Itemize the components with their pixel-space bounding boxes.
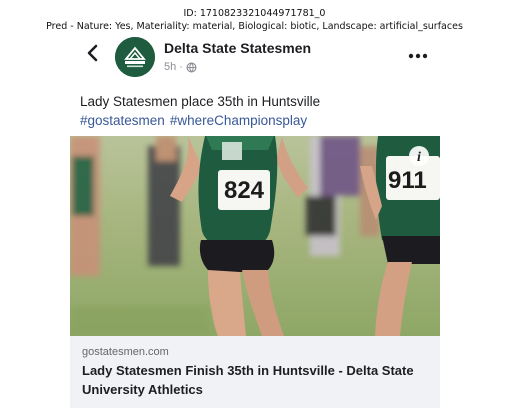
meta-separator: · (179, 61, 183, 73)
globe-icon (186, 62, 197, 72)
link-title[interactable]: Lady Statesmen Finish 35th in Huntsville… (82, 361, 427, 399)
back-arrow-icon[interactable] (82, 42, 104, 64)
post-hashtags: #gostatesmen #whereChampionsplay (80, 113, 312, 128)
post-meta: 5h · (164, 61, 197, 73)
hashtag-gostatesmen[interactable]: #gostatesmen (80, 113, 165, 128)
page-avatar[interactable] (115, 37, 155, 77)
post-text: Lady Statesmen place 35th in Huntsville (80, 94, 321, 109)
bib-number-911: 911 (388, 167, 427, 194)
svg-text:i: i (417, 150, 421, 165)
link-preview[interactable]: gostatesmen.com Lady Statesmen Finish 35… (70, 336, 440, 408)
facebook-post: Delta State Statesmen 5h · Lady Statesme… (70, 34, 440, 408)
bib-number-824: 824 (224, 177, 265, 204)
page-name[interactable]: Delta State Statesmen (164, 40, 311, 56)
more-options-icon[interactable] (406, 46, 430, 59)
post-time[interactable]: 5h (164, 61, 176, 73)
caption-id: ID: 1710823321044971781_0 (183, 8, 326, 19)
post-photo[interactable]: 824 911 i (70, 136, 440, 336)
info-icon[interactable]: i (409, 146, 429, 166)
statesmen-logo-icon (115, 37, 155, 77)
link-domain: gostatesmen.com (82, 346, 169, 358)
hashtag-wherechampionsplay[interactable]: #whereChampionsplay (170, 113, 307, 128)
caption-prediction: Pred - Nature: Yes, Materiality: materia… (46, 21, 463, 32)
